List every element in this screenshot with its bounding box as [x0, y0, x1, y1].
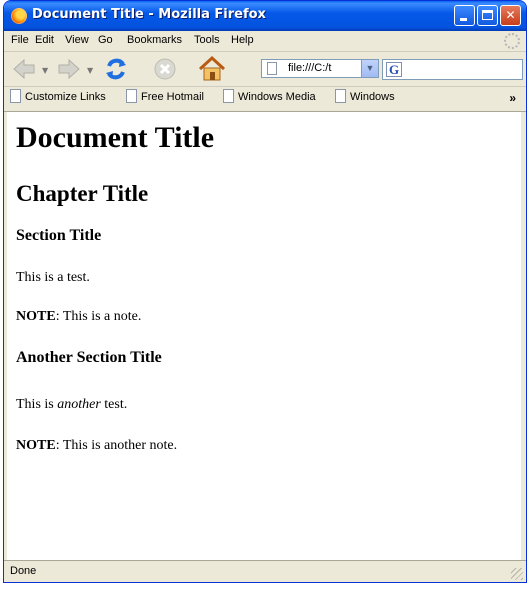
bookmark-label: Free Hotmail	[141, 91, 204, 103]
menu-bookmarks[interactable]: Bookmarks	[127, 34, 182, 46]
menu-tools[interactable]: Tools	[194, 34, 220, 46]
page-content: Document Title Chapter Title Section Tit…	[7, 112, 521, 560]
close-button[interactable]: ✕	[500, 5, 521, 26]
section-paragraph: This is a test.	[16, 270, 90, 285]
menu-help[interactable]: Help	[231, 34, 254, 46]
address-dropdown-icon[interactable]: ▼	[361, 60, 378, 77]
another-section-title: Another Section Title	[16, 349, 162, 366]
maximize-button[interactable]	[477, 5, 498, 26]
bookmark-page-icon	[335, 89, 346, 104]
note-paragraph: NOTE: This is a note.	[16, 309, 141, 325]
home-icon[interactable]	[197, 55, 227, 83]
forward-dropdown-icon[interactable]: ▼	[87, 66, 93, 75]
page-icon	[267, 62, 277, 75]
maximize-icon	[482, 10, 493, 20]
stop-icon[interactable]	[153, 57, 177, 81]
emphasis-text: another	[57, 397, 101, 412]
document-title: Document Title	[16, 121, 215, 154]
text-part: test.	[100, 397, 128, 412]
bookmark-windows[interactable]: Windows	[335, 89, 395, 107]
note-text: : This is another note.	[55, 438, 178, 453]
back-arrow-icon[interactable]	[11, 56, 37, 82]
reload-icon[interactable]	[102, 55, 130, 83]
forward-arrow-icon[interactable]	[56, 56, 82, 82]
address-bar[interactable]: file:///C:/t ▼	[261, 59, 379, 78]
bookmark-page-icon	[223, 89, 234, 104]
back-dropdown-icon[interactable]: ▼	[42, 66, 48, 75]
chapter-title: Chapter Title	[16, 181, 149, 206]
address-text[interactable]: file:///C:/t	[288, 62, 331, 74]
status-text: Done	[10, 565, 37, 577]
menu-view[interactable]: View	[65, 34, 89, 46]
bookmarks-overflow-chevron-icon[interactable]: »	[509, 91, 516, 105]
another-note-paragraph: NOTE: This is another note.	[16, 438, 177, 454]
search-engine-icon[interactable]: G	[386, 62, 402, 77]
browser-window: Document Title - Mozilla Firefox ✕ File …	[3, 0, 527, 583]
menu-go[interactable]: Go	[98, 34, 113, 46]
status-bar: Done	[4, 560, 526, 582]
text-part: This is	[16, 397, 58, 412]
bookmark-windows-media[interactable]: Windows Media	[223, 89, 316, 107]
bookmark-label: Windows	[350, 91, 395, 103]
note-label: NOTE	[16, 438, 56, 453]
bookmark-free-hotmail[interactable]: Free Hotmail	[126, 89, 204, 107]
menu-bar: File Edit View Go Bookmarks Tools Help	[4, 31, 526, 52]
bookmark-label: Customize Links	[25, 91, 106, 103]
window-title: Document Title - Mozilla Firefox	[32, 7, 266, 22]
activity-throbber-icon	[504, 33, 520, 49]
minimize-button[interactable]	[454, 5, 475, 26]
note-label: NOTE	[16, 309, 56, 324]
bookmark-customize-links[interactable]: Customize Links	[10, 89, 106, 107]
bookmark-label: Windows Media	[238, 91, 316, 103]
minimize-icon	[460, 18, 467, 21]
bookmarks-toolbar: Customize Links Free Hotmail Windows Med…	[4, 87, 526, 112]
bookmark-page-icon	[10, 89, 21, 104]
another-section-paragraph: This is another test.	[16, 397, 127, 413]
section-title: Section Title	[16, 227, 102, 244]
search-bar[interactable]: G	[382, 59, 523, 80]
navigation-toolbar: ▼ ▼ file:///C:/t ▼ G	[4, 52, 526, 87]
title-bar[interactable]: Document Title - Mozilla Firefox ✕	[4, 1, 526, 31]
note-text: : This is a note.	[55, 309, 142, 324]
close-icon: ✕	[505, 8, 516, 22]
menu-edit[interactable]: Edit	[35, 34, 54, 46]
bookmark-page-icon	[126, 89, 137, 104]
resize-grip-icon[interactable]	[511, 568, 523, 580]
menu-file[interactable]: File	[11, 34, 29, 46]
firefox-icon	[11, 8, 27, 24]
